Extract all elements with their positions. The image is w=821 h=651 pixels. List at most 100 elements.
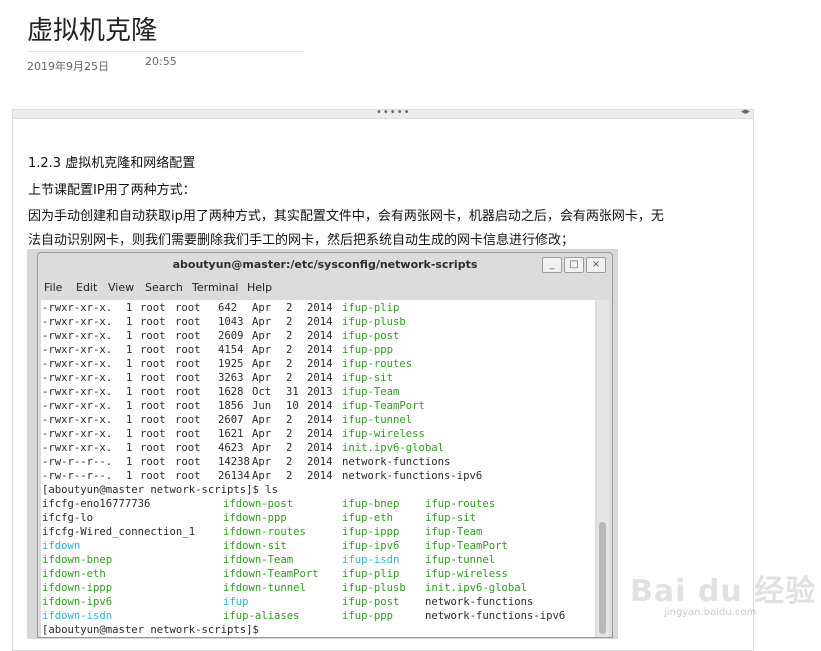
ls-group: root: [175, 344, 201, 356]
ls-filename: network-functions: [342, 456, 451, 468]
menu-view[interactable]: View: [108, 281, 134, 294]
ls-owner: root: [140, 470, 166, 482]
ls-day: 2: [286, 372, 293, 384]
ls-filename: ifup-ipv6: [342, 540, 400, 552]
ls-year: 2014: [307, 358, 333, 370]
ls-owner: root: [140, 302, 166, 314]
ls-size: 3263: [218, 372, 244, 384]
menu-file[interactable]: File: [44, 281, 62, 294]
ls-size: 642: [218, 302, 238, 314]
ls-mon: Jun: [252, 400, 272, 412]
ls-filename: ifdown-ppp: [223, 512, 287, 524]
ls-filename: ifup-sit: [425, 512, 477, 524]
maximize-icon[interactable]: □: [564, 257, 584, 273]
ls-day: 2: [286, 414, 293, 426]
ls-filename: ifup-plusb: [342, 316, 406, 328]
menu-terminal[interactable]: Terminal: [192, 281, 239, 294]
menu-edit[interactable]: Edit: [76, 281, 97, 294]
ls-links: 1: [126, 316, 133, 328]
ls-filename: ifdown-post: [223, 498, 294, 510]
ls-links: 1: [126, 372, 133, 384]
ls-day: 2: [286, 428, 293, 440]
ls-filename: ifup-ippp: [342, 526, 400, 538]
paragraph-line: 因为手动创建和自动获取ip用了两种方式，其实配置文件中，会有两张网卡，机器启动之…: [28, 209, 664, 224]
ls-filename: ifup-Team: [425, 526, 483, 538]
ls-owner: root: [140, 456, 166, 468]
terminal-window: aboutyun@master:/etc/sysconfig/network-s…: [37, 252, 613, 638]
ls-filename: ifup-bnep: [342, 498, 400, 510]
ls-size: 26134: [218, 470, 250, 482]
ls-filename: init.ipv6-global: [425, 582, 528, 594]
ls-size: 4154: [218, 344, 244, 356]
ls-perm: -rwxr-xr-x.: [42, 372, 113, 384]
menu-help[interactable]: Help: [247, 281, 272, 294]
ls-filename: ifup-tunnel: [342, 414, 413, 426]
ls-size: 14238: [218, 456, 250, 468]
ls-mon: Apr: [252, 330, 272, 342]
ls-filename: ifdown-ippp: [42, 582, 113, 594]
watermark-site: jingyan.baidu.com: [664, 607, 757, 618]
ls-mon: Apr: [252, 428, 272, 440]
ls-filename: ifup-tunnel: [425, 554, 496, 566]
ls-year: 2014: [307, 442, 333, 454]
ls-group: root: [175, 456, 201, 468]
ls-owner: root: [140, 442, 166, 454]
ls-filename: ifup-plusb: [342, 582, 406, 594]
ls-size: 1628: [218, 386, 244, 398]
ls-size: 1043: [218, 316, 244, 328]
ls-year: 2014: [307, 428, 333, 440]
ls-group: root: [175, 470, 201, 482]
ls-group: root: [175, 428, 201, 440]
panel-resize-bar[interactable]: ••••• ◂▸: [13, 107, 753, 119]
ls-links: 1: [126, 470, 133, 482]
ls-links: 1: [126, 330, 133, 342]
ls-year: 2014: [307, 414, 333, 426]
ls-filename: ifup: [223, 596, 249, 608]
ls-filename: ifdown-ipv6: [42, 596, 113, 608]
ls-links: 1: [126, 386, 133, 398]
ls-filename: ifup-wireless: [425, 568, 508, 580]
ls-year: 2014: [307, 372, 333, 384]
ls-links: 1: [126, 428, 133, 440]
ls-mon: Apr: [252, 358, 272, 370]
ls-owner: root: [140, 386, 166, 398]
ls-owner: root: [140, 400, 166, 412]
ls-group: root: [175, 400, 201, 412]
expand-arrows-icon[interactable]: ◂▸: [741, 107, 750, 117]
ls-owner: root: [140, 344, 166, 356]
ls-year: 2014: [307, 344, 333, 356]
ls-year: 2014: [307, 470, 333, 482]
ls-perm: -rw-r--r--.: [42, 456, 113, 468]
ls-group: root: [175, 386, 201, 398]
ls-filename: ifup-Team: [342, 386, 400, 398]
ls-day: 2: [286, 358, 293, 370]
ls-filename: ifdown-TeamPort: [223, 568, 319, 580]
ls-day: 2: [286, 456, 293, 468]
ls-filename: ifdown-sit: [223, 540, 287, 552]
article-title: 虚拟机克隆: [27, 16, 158, 46]
ls-filename: ifup-routes: [425, 498, 496, 510]
ls-perm: -rwxr-xr-x.: [42, 302, 113, 314]
ls-filename: ifcfg-eno16777736: [42, 498, 151, 510]
menu-search[interactable]: Search: [145, 281, 183, 294]
ls-year: 2014: [307, 456, 333, 468]
ls-group: root: [175, 316, 201, 328]
ls-size: 4623: [218, 442, 244, 454]
ls-filename: ifup-plip: [342, 302, 400, 314]
minimize-icon[interactable]: _: [542, 257, 562, 273]
ls-filename: ifup-sit: [342, 372, 394, 384]
ls-mon: Apr: [252, 442, 272, 454]
scrollbar[interactable]: [597, 300, 609, 637]
scrollbar-thumb[interactable]: [599, 522, 606, 634]
terminal-output[interactable]: -rwxr-xr-x. 1 root root 642 Apr 2 2014 ifup-plip…: [41, 300, 595, 637]
ls-links: 1: [126, 442, 133, 454]
ls-perm: -rwxr-xr-x.: [42, 344, 113, 356]
ls-perm: -rwxr-xr-x.: [42, 358, 113, 370]
close-icon[interactable]: ×: [586, 257, 606, 273]
terminal-screenshot: aboutyun@master:/etc/sysconfig/network-s…: [27, 249, 618, 639]
grip-icon[interactable]: •••••: [376, 107, 411, 118]
ls-owner: root: [140, 316, 166, 328]
ls-year: 2013: [307, 386, 333, 398]
ls-links: 1: [126, 358, 133, 370]
ls-links: 1: [126, 344, 133, 356]
